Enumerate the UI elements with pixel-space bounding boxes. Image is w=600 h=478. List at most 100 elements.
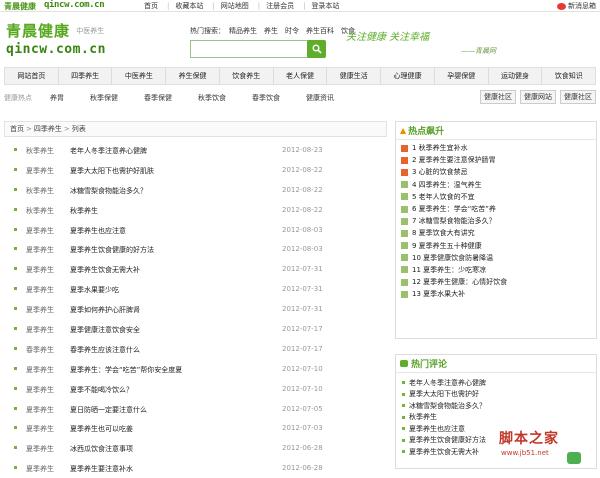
- breadcrumb: 首页 > 四季养生 > 列表: [4, 121, 387, 137]
- list-item-title[interactable]: 夏日防晒一定要注意什么: [70, 405, 147, 415]
- hot-rising-item[interactable]: 3 心脏的饮食禁忌: [396, 166, 596, 178]
- hot-comment-item[interactable]: 冰糖雪梨食物能治多久？: [396, 400, 596, 412]
- list-item-title[interactable]: 夏季健康注意饮食安全: [70, 325, 140, 335]
- health-hot-item[interactable]: 健康资讯: [306, 93, 334, 103]
- list-item-category[interactable]: 春季养生: [26, 345, 54, 355]
- top-domain[interactable]: qincw.com.cn: [44, 0, 105, 10]
- hot-rising-item[interactable]: 10 夏季健康饮食防暑降温: [396, 252, 596, 264]
- hot-rising-item[interactable]: 13 夏季水果大补: [396, 288, 596, 300]
- list-item-title[interactable]: 老年人冬季注意养心健脾: [70, 146, 147, 156]
- list-item-title[interactable]: 夏季大太阳下也需护好肌肤: [70, 166, 154, 176]
- health-hot-item[interactable]: 春季保健: [144, 93, 172, 103]
- list-item-category[interactable]: 夏季养生: [26, 325, 54, 335]
- bullet-icon: [14, 267, 17, 271]
- nav-item[interactable]: 饮食养生: [218, 68, 273, 84]
- list-item-category[interactable]: 夏季养生: [26, 265, 54, 275]
- list-item-category[interactable]: 秋季养生: [26, 206, 54, 216]
- hot-comment-item[interactable]: 夏季养生饮食无需大补: [396, 446, 596, 458]
- list-item-category[interactable]: 夏季养生: [26, 226, 54, 236]
- nav-item[interactable]: 养生保健: [165, 68, 219, 84]
- list-item-category[interactable]: 夏季养生: [26, 285, 54, 295]
- list-item-category[interactable]: 夏季养生: [26, 305, 54, 315]
- top-link-login[interactable]: 登录本站: [303, 1, 339, 11]
- list-item-category[interactable]: 夏季养生: [26, 385, 54, 395]
- nav-item[interactable]: 孕婴保健: [433, 68, 488, 84]
- scroll-top-icon[interactable]: [567, 452, 581, 464]
- hot-comment-item[interactable]: 夏季养生饮食健康好方法: [396, 435, 596, 447]
- hot-rising-item[interactable]: 12 夏季养生健康：心情好饮食: [396, 276, 596, 288]
- list-item-title[interactable]: 夏季养生饮食健康的好方法: [70, 245, 154, 255]
- hot-rising-item[interactable]: 9 夏季养生五十种健康: [396, 240, 596, 252]
- hot-comment-item[interactable]: 夏季大太阳下也需护好: [396, 389, 596, 401]
- top-link-register[interactable]: 注册会员: [258, 1, 294, 11]
- search-input[interactable]: [190, 40, 308, 58]
- hot-word[interactable]: 养生百科: [306, 26, 334, 36]
- list-item-category[interactable]: 夏季养生: [26, 444, 54, 454]
- list-item-title[interactable]: 春季养生应该注意什么: [70, 345, 140, 355]
- health-hot-item[interactable]: 春季饮食: [252, 93, 280, 103]
- hot-word[interactable]: 养生: [264, 26, 278, 36]
- list-item-category[interactable]: 夏季养生: [26, 424, 54, 434]
- list-item-title[interactable]: 夏季如何养护心肝脾肾: [70, 305, 140, 315]
- list-item-title[interactable]: 夏季养生也应注意: [70, 226, 126, 236]
- hot-word[interactable]: 时令: [285, 26, 299, 36]
- list-item-category[interactable]: 秋季养生: [26, 146, 54, 156]
- hot-comment-item[interactable]: 夏季养生也应注意: [396, 423, 596, 435]
- site-logo[interactable]: 青晨健康 中医养生 qincw.com.cn: [6, 20, 106, 57]
- community-tag[interactable]: 健康网站: [520, 90, 556, 104]
- list-item-title[interactable]: 夏季养生饮食无需大补: [70, 265, 140, 275]
- list-item-title[interactable]: 冰糖雪梨食物能治多久？: [70, 186, 147, 196]
- hot-rising-item[interactable]: 6 夏季养生：学会“吃苦”养: [396, 203, 596, 215]
- list-item-date: 2012-07-10: [282, 384, 323, 393]
- health-hot-item[interactable]: 养胃: [50, 93, 64, 103]
- list-item-title[interactable]: 夏季养生也可以吃姜: [70, 424, 133, 434]
- hot-comment-item[interactable]: 老年人冬季注意养心健脾: [396, 377, 596, 389]
- nav-item[interactable]: 四季养生: [57, 68, 112, 84]
- hot-rising-item-title: 9 夏季养生五十种健康: [412, 241, 482, 250]
- hot-rising-item[interactable]: 11 夏季养生：少吃寒凉: [396, 264, 596, 276]
- list-item-category[interactable]: 夏季养生: [26, 365, 54, 375]
- hot-rising-item[interactable]: 5 老年人饮食的不宜: [396, 191, 596, 203]
- list-item-date: 2012-06-28: [282, 464, 323, 473]
- list-item-title[interactable]: 夏季养生要注意补水: [70, 464, 133, 474]
- rank-badge: [401, 278, 408, 286]
- hot-rising-item[interactable]: 8 夏季饮食大有讲究: [396, 227, 596, 239]
- hot-rising-item[interactable]: 1 秋季养生宜补水: [396, 142, 596, 154]
- hot-rising-item[interactable]: 2 夏季养生要注意保护肠胃: [396, 154, 596, 166]
- hot-comment-item[interactable]: 秋季养生: [396, 412, 596, 424]
- community-tag[interactable]: 健康社区: [560, 90, 596, 104]
- health-hot-item[interactable]: 秋季饮食: [198, 93, 226, 103]
- list-item-title[interactable]: 秋季养生: [70, 206, 98, 216]
- nav-item[interactable]: 运动健身: [487, 68, 542, 84]
- list-item-title[interactable]: 夏季不能喝冷饮么？: [70, 385, 133, 395]
- nav-item[interactable]: 中医养生: [111, 68, 165, 84]
- hot-rising-item[interactable]: 7 冰糖雪梨食物能治多久？: [396, 215, 596, 227]
- health-hot-item[interactable]: 秋季保健: [90, 93, 118, 103]
- list-item-category[interactable]: 秋季养生: [26, 186, 54, 196]
- list-item-category[interactable]: 夏季养生: [26, 166, 54, 176]
- community-tags: 健康社区 健康网站 健康社区: [476, 90, 596, 104]
- top-link-sitemap[interactable]: 网站地图: [212, 1, 249, 11]
- list-item-category[interactable]: 夏季养生: [26, 245, 54, 255]
- search-button[interactable]: [307, 40, 326, 58]
- mail-link[interactable]: 新消息箱: [557, 1, 596, 11]
- list-item-category[interactable]: 夏季养生: [26, 405, 54, 415]
- list-item-title[interactable]: 夏季水果要少吃: [70, 285, 119, 295]
- top-link-home[interactable]: 首页: [144, 1, 158, 11]
- hot-word[interactable]: 精品养生: [229, 26, 257, 36]
- breadcrumb-home[interactable]: 首页: [10, 125, 24, 133]
- top-link-bookmark[interactable]: 收藏本站: [167, 1, 203, 11]
- list-item: 夏季养生 夏季养生饮食健康的好方法 2012-08-03: [4, 239, 387, 259]
- list-item-title[interactable]: 冰西瓜饮食注意事项: [70, 444, 133, 454]
- community-tag[interactable]: 健康社区: [480, 90, 516, 104]
- hot-rising-item[interactable]: 4 四季养生：湿气养生: [396, 179, 596, 191]
- list-item-category[interactable]: 夏季养生: [26, 464, 54, 474]
- breadcrumb-section[interactable]: 四季养生: [34, 125, 62, 133]
- nav-item[interactable]: 网站首页: [5, 68, 58, 84]
- nav-item[interactable]: 饮食知识: [541, 68, 595, 84]
- nav-item[interactable]: 老人保健: [272, 68, 327, 84]
- top-logo[interactable]: 青晨健康: [4, 1, 36, 12]
- list-item-title[interactable]: 夏季养生：学会“吃苦”帮你安全度夏: [70, 365, 182, 375]
- nav-item[interactable]: 心理健康: [380, 68, 434, 84]
- nav-item[interactable]: 健康生活: [326, 68, 380, 84]
